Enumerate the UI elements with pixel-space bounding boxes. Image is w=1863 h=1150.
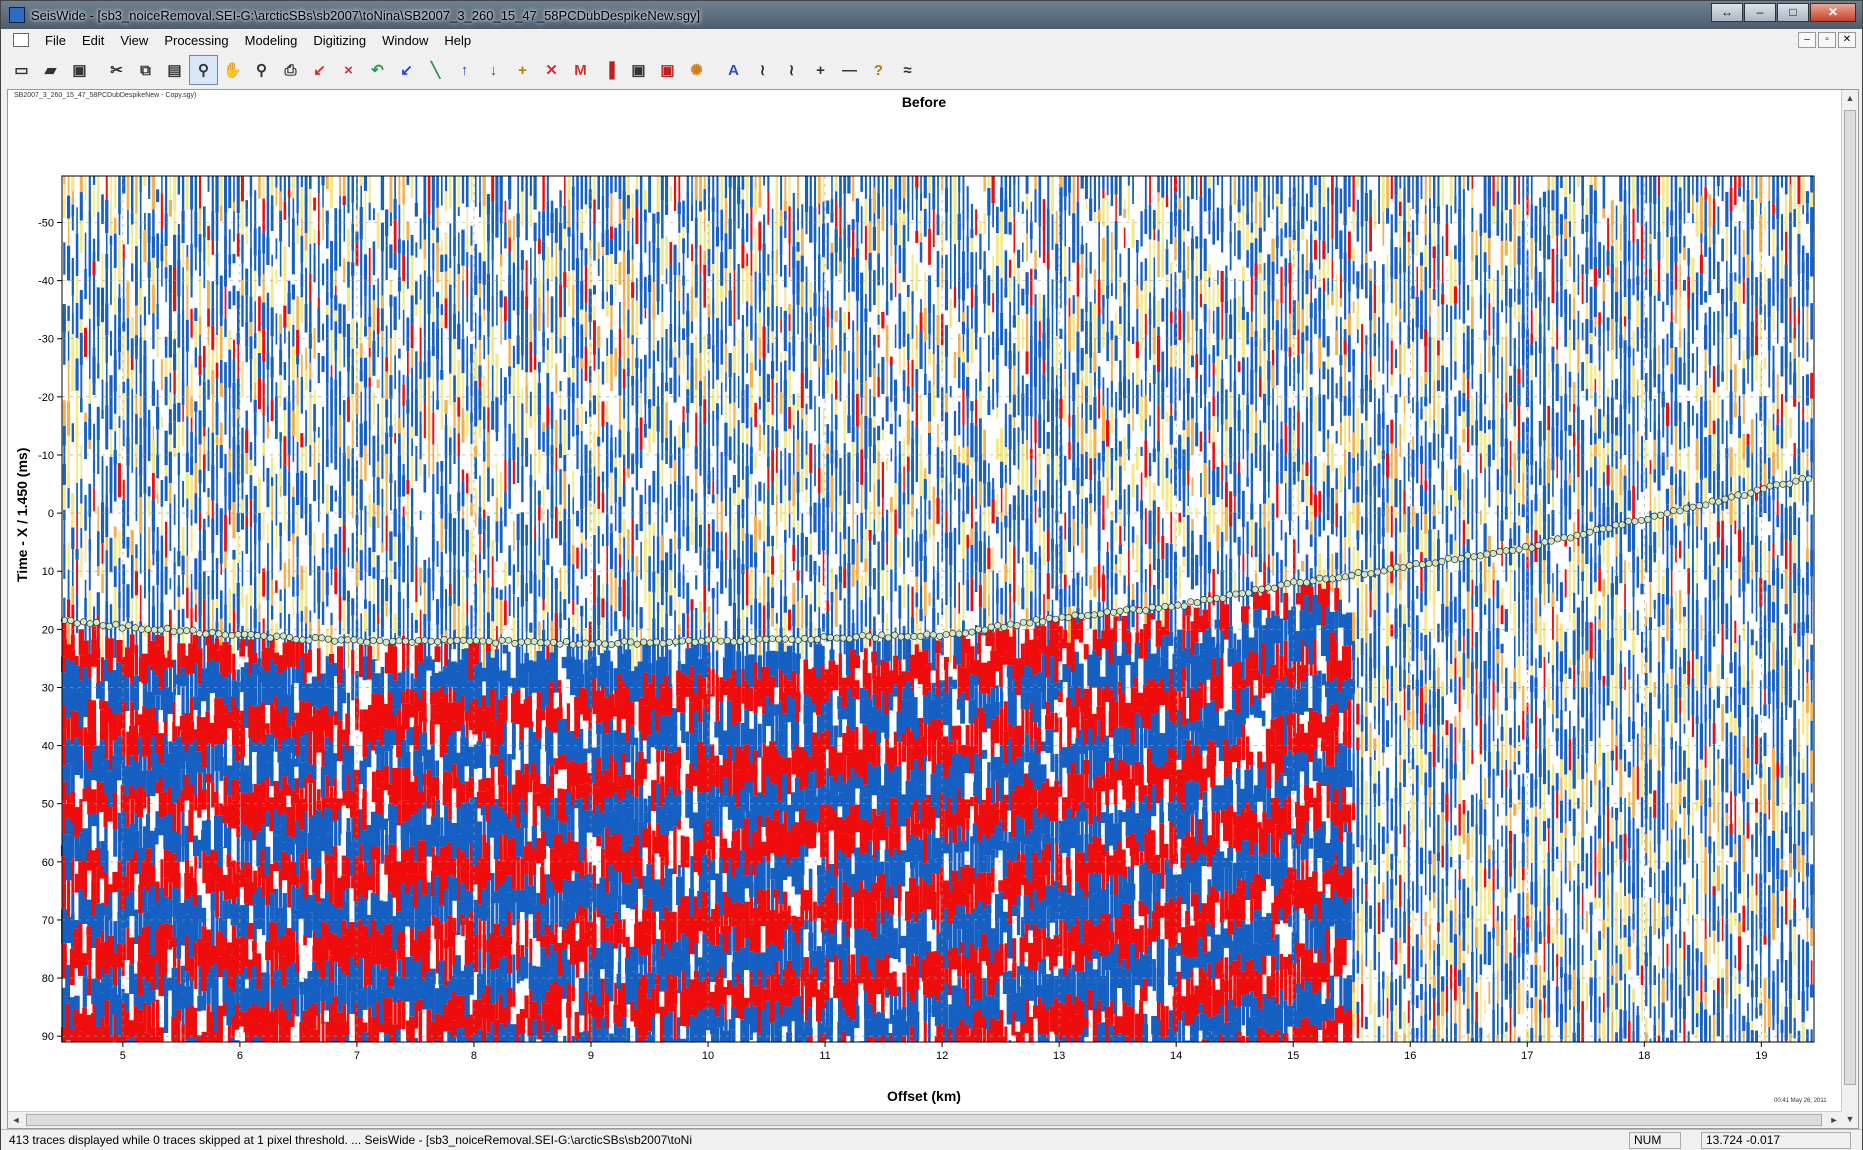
seiswide-app-icon <box>9 7 25 23</box>
wiggle-fill-icon[interactable]: ≀ <box>777 55 806 85</box>
toolbar: ▭ ▰ ▣ ✂ ⧉ ▤ ⚲ ✋ ⚲ ⎙ ↙ × ↶ ↙ ╲ ↑ ↓ + ✕ M ▐ ▣ ▣ ✺ A ≀ ≀ + —? ≈ <box>7 53 922 87</box>
window-controls: ↔ – □ ✕ <box>1710 3 1856 22</box>
help-icon[interactable]: ? <box>864 55 893 85</box>
maximize-button[interactable]: □ <box>1777 3 1809 22</box>
copy-icon[interactable]: ⧉ <box>131 55 160 85</box>
window-title: SeisWide - [sb3_noiceRemoval.SEI-G:\arct… <box>31 7 701 23</box>
color-map-icon[interactable]: ▐ <box>595 55 624 85</box>
close-button[interactable]: ✕ <box>1810 3 1856 22</box>
delete-pick-icon[interactable]: × <box>334 55 363 85</box>
add-point-icon[interactable]: + <box>508 55 537 85</box>
restore-size-button[interactable]: ↔ <box>1711 3 1743 22</box>
print-icon[interactable]: ⎙ <box>276 55 305 85</box>
undo-icon[interactable]: ↶ <box>363 55 392 85</box>
paste-icon[interactable]: ▤ <box>160 55 189 85</box>
arrow-down-icon[interactable]: ↓ <box>479 55 508 85</box>
menu-processing[interactable]: Processing <box>156 33 236 48</box>
hline-icon[interactable]: — <box>835 55 864 85</box>
crosshair-icon[interactable]: + <box>806 55 835 85</box>
new-document-icon[interactable]: ▭ <box>7 55 36 85</box>
menu-digitizing[interactable]: Digitizing <box>305 33 374 48</box>
menu-view[interactable]: View <box>112 33 156 48</box>
toolbar-separator <box>711 56 719 84</box>
mark-icon[interactable]: M <box>566 55 595 85</box>
open-folder-icon[interactable]: ▰ <box>36 55 65 85</box>
document-window-controls: – ▫ ✕ <box>1796 32 1856 48</box>
save-picks-icon[interactable]: ▣ <box>624 55 653 85</box>
toolbar-separator <box>94 56 102 84</box>
pick-blue-icon[interactable]: ↙ <box>392 55 421 85</box>
doc-restore-button[interactable]: ▫ <box>1818 32 1836 48</box>
seismic-plot[interactable]: 5 6 7 8 9 10 11 12 13 14 15 16 17 18 19-50-40-30-20-10… <box>8 90 1842 1110</box>
menu-bar: File Edit View Processing Modeling Digit… <box>1 29 1862 51</box>
amplitude-icon[interactable]: A <box>719 55 748 85</box>
line-green-icon[interactable]: ╲ <box>421 55 450 85</box>
seismic-traces <box>60 176 1814 1042</box>
spectrum-icon[interactable]: ✺ <box>682 55 711 85</box>
app-window: SeisWide - [sb3_noiceRemoval.SEI-G:\arct… <box>0 0 1863 1150</box>
save-icon[interactable]: ▣ <box>65 55 94 85</box>
pick-icon[interactable]: ↙ <box>305 55 334 85</box>
menu-help[interactable]: Help <box>436 33 479 48</box>
wiggle-icon[interactable]: ≀ <box>748 55 777 85</box>
cut-icon[interactable]: ✂ <box>102 55 131 85</box>
zoom-out-icon[interactable]: ⚲ <box>247 55 276 85</box>
save-picks-red-icon[interactable]: ▣ <box>653 55 682 85</box>
minimize-button[interactable]: – <box>1744 3 1776 22</box>
title-bar[interactable]: SeisWide - [sb3_noiceRemoval.SEI-G:\arct… <box>1 1 1862 29</box>
pan-hand-icon[interactable]: ✋ <box>218 55 247 85</box>
seismic-plot-window[interactable]: 5 6 7 8 9 10 11 12 13 14 15 16 17 18 19 -50 -40 -30 -20 -10… <box>7 89 1859 1129</box>
menu-modeling[interactable]: Modeling <box>237 33 306 48</box>
menu-edit[interactable]: Edit <box>74 33 112 48</box>
seismic-icon[interactable]: ≈ <box>893 55 922 85</box>
document-icon[interactable] <box>13 33 29 47</box>
zoom-icon[interactable]: ⚲ <box>189 55 218 85</box>
menu-file[interactable]: File <box>37 33 74 48</box>
menu-window[interactable]: Window <box>374 33 436 48</box>
remove-point-icon[interactable]: ✕ <box>537 55 566 85</box>
doc-minimize-button[interactable]: – <box>1798 32 1816 48</box>
arrow-up-icon[interactable]: ↑ <box>450 55 479 85</box>
doc-close-button[interactable]: ✕ <box>1838 32 1856 48</box>
